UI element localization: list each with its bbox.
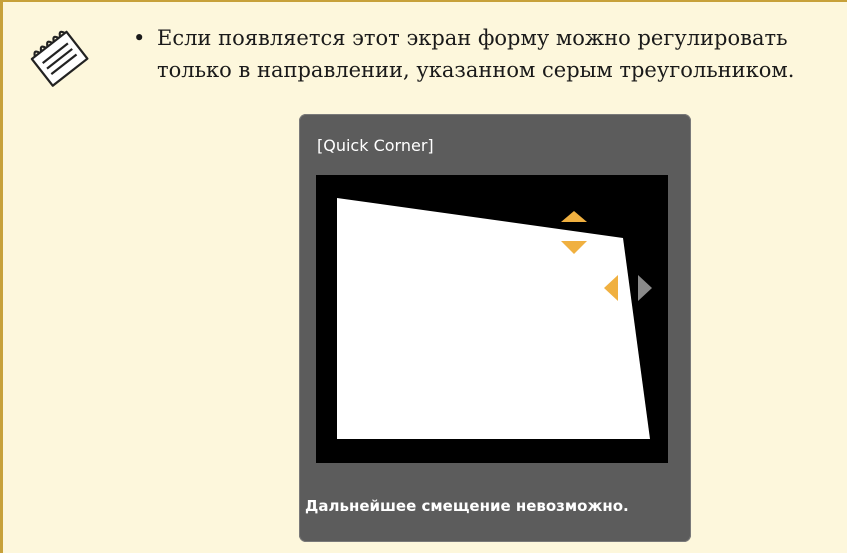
- bullet-dot: •: [133, 26, 146, 50]
- note-box: • Если появляется этот экран форму можно…: [0, 0, 847, 553]
- quick-corner-dialog: [Quick Corner] Дальнейшее смещение невоз…: [299, 114, 691, 542]
- note-icon: [30, 30, 89, 87]
- note-bullet: • Если появляется этот экран форму можно…: [133, 22, 833, 86]
- dialog-message: Дальнейшее смещение невозможно.: [305, 497, 629, 515]
- dialog-title: [Quick Corner]: [317, 136, 434, 155]
- projection-preview: [316, 175, 668, 463]
- note-text: Если появляется этот экран форму можно р…: [157, 26, 795, 82]
